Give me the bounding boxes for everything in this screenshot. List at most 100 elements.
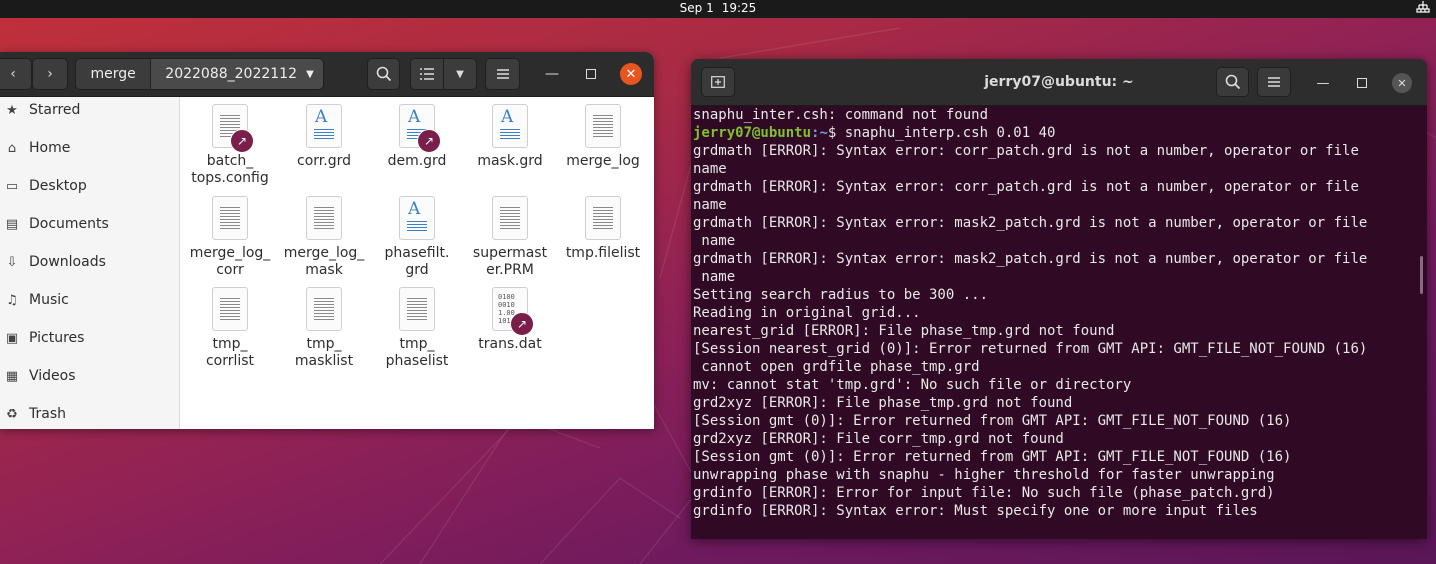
file-item[interactable]: tmp_ masklist	[278, 280, 370, 370]
prompt-symbol: $	[827, 125, 845, 141]
sidebar-item-downloads[interactable]: ⇩ Downloads	[0, 248, 179, 276]
downloads-icon: ⇩	[6, 254, 18, 270]
view-options-button[interactable]: ▼	[443, 58, 477, 90]
terminal-line: grdmath [ERROR]: Syntax error: corr_patc…	[693, 179, 1359, 195]
search-icon	[1225, 74, 1240, 90]
minimize-button[interactable]: —	[1313, 74, 1333, 92]
file-item[interactable]: A phasefilt. grd	[371, 189, 463, 279]
sidebar-item-documents[interactable]: ▤ Documents	[0, 210, 179, 238]
clock[interactable]: Sep 1 19:25	[0, 1, 1436, 15]
terminal-line: cannot open grdfile phase_tmp.grd	[693, 359, 980, 375]
file-item[interactable]: tmp_ phaselist	[371, 280, 463, 370]
network-icon[interactable]	[1416, 0, 1430, 17]
time-label: 19:25	[721, 1, 757, 15]
sidebar-item-starred[interactable]: ★ Starred	[0, 96, 179, 124]
sidebar-item-pictures[interactable]: ▣ Pictures	[0, 324, 179, 352]
file-item[interactable]: 0100 0010 1.00 1011 ↗ trans.dat	[464, 280, 556, 353]
sidebar-item-label: Documents	[29, 216, 109, 232]
terminal-line: Reading in original grid...	[693, 305, 921, 321]
terminal-line: grd2xyz [ERROR]: File corr_tmp.grd not f…	[693, 431, 1064, 447]
terminal-line: snaphu_inter.csh: command not found	[693, 107, 989, 123]
file-name: merge_log_ corr	[189, 245, 271, 278]
files-window: ‹ › merge 2022088_2022112 ▼ ▼ — ✕ ★ Starr…	[0, 52, 654, 429]
maximize-icon	[1357, 78, 1367, 88]
terminal-line: name	[693, 269, 736, 285]
terminal-line: [Session gmt (0)]: Error returned from G…	[693, 413, 1292, 429]
back-button[interactable]: ‹	[0, 58, 32, 90]
text-file-icon	[399, 287, 435, 331]
scrollbar-thumb[interactable]	[1420, 256, 1423, 294]
sidebar-item-label: Pictures	[29, 330, 85, 346]
close-button[interactable]: ✕	[620, 63, 642, 85]
prompt-user: jerry07@ubuntu	[693, 125, 812, 141]
close-icon: ✕	[625, 66, 637, 82]
minimize-button[interactable]: —	[542, 64, 562, 84]
terminal-line: grd2xyz [ERROR]: File phase_tmp.grd not …	[693, 395, 1073, 411]
close-button[interactable]: ✕	[1392, 73, 1412, 93]
terminal-line: grdmath [ERROR]: Syntax error: mask2_pat…	[693, 251, 1368, 267]
sidebar-item-music[interactable]: ♫ Music	[0, 286, 179, 314]
files-headerbar: ‹ › merge 2022088_2022112 ▼ ▼ — ✕	[0, 52, 654, 97]
maximize-button[interactable]	[581, 64, 601, 84]
sidebar-item-label: Starred	[29, 102, 81, 118]
breadcrumb-current[interactable]: 2022088_2022112 ▼	[151, 59, 323, 89]
file-item[interactable]: merge_log	[557, 97, 649, 170]
file-name: phasefilt. grd	[384, 245, 450, 278]
sidebar-item-label: Trash	[29, 406, 66, 422]
home-icon: ⌂	[7, 140, 17, 156]
desktop-icon: ▭	[5, 178, 19, 194]
sidebar-item-desktop[interactable]: ▭ Desktop	[0, 172, 179, 200]
file-item[interactable]: tmp.filelist	[557, 189, 649, 262]
file-item[interactable]: supermast er.PRM	[464, 189, 556, 279]
file-item[interactable]: merge_log_ mask	[278, 189, 370, 279]
text-file-icon	[306, 196, 342, 240]
file-item[interactable]: ↗ batch_ tops.config	[184, 97, 276, 187]
file-item[interactable]: tmp_ corrlist	[184, 280, 276, 370]
search-icon	[376, 66, 391, 82]
date-label: Sep 1	[679, 1, 714, 15]
minimize-icon: —	[545, 66, 559, 82]
list-view-icon	[420, 68, 434, 80]
document-icon: A	[399, 196, 435, 240]
forward-button[interactable]: ›	[32, 58, 68, 90]
triangle-down-icon[interactable]: ▼	[297, 69, 323, 80]
maximize-button[interactable]	[1352, 74, 1372, 92]
file-item[interactable]: A mask.grd	[464, 97, 556, 170]
sidebar-item-home[interactable]: ⌂ Home	[0, 134, 179, 162]
menu-button[interactable]	[1257, 67, 1291, 97]
breadcrumb-merge[interactable]: merge	[76, 59, 152, 89]
terminal-line: grdinfo [ERROR]: Error for input file: N…	[693, 485, 1275, 501]
sidebar-item-label: Downloads	[29, 254, 106, 270]
text-file-icon	[306, 287, 342, 331]
chevron-right-icon: ›	[47, 66, 53, 82]
videos-icon: ▦	[5, 368, 19, 384]
file-name: tmp.filelist	[565, 245, 641, 261]
top-bar: Sep 1 19:25	[0, 0, 1436, 18]
sidebar-item-trash[interactable]: ♻ Trash	[0, 400, 179, 428]
search-button[interactable]	[1216, 67, 1249, 97]
maximize-icon	[586, 69, 596, 79]
file-item[interactable]: A corr.grd	[278, 97, 370, 170]
list-view-button[interactable]	[410, 58, 444, 90]
file-item[interactable]: merge_log_ corr	[184, 189, 276, 279]
text-file-icon	[585, 196, 621, 240]
terminal-line: unwrapping phase with snaphu - higher th…	[693, 467, 1275, 483]
menu-button[interactable]	[485, 58, 520, 90]
file-grid: ↗ batch_ tops.config A corr.grd A ↗ dem.g…	[180, 97, 654, 429]
search-button[interactable]	[367, 58, 400, 90]
file-name: supermast er.PRM	[472, 245, 548, 278]
breadcrumb-current-label: 2022088_2022112	[165, 66, 297, 82]
documents-icon: ▤	[5, 216, 19, 232]
binary-file-icon: 0100 0010 1.00 1011 ↗	[492, 287, 534, 336]
prompt-path: :~	[811, 125, 828, 141]
file-item[interactable]: A ↗ dem.grd	[371, 97, 463, 170]
command: snaphu_interp.csh 0.01 40	[844, 125, 1056, 141]
sidebar-item-label: Desktop	[29, 178, 87, 194]
terminal-line: Setting search radius to be 300 ...	[693, 287, 989, 303]
hamburger-icon	[1268, 77, 1280, 87]
trash-icon: ♻	[6, 406, 18, 422]
text-file-icon	[585, 104, 621, 148]
sidebar-item-videos[interactable]: ▦ Videos	[0, 362, 179, 390]
terminal-output[interactable]: snaphu_inter.csh: command not found jerry…	[693, 106, 1417, 536]
file-name: tmp_ masklist	[294, 336, 354, 369]
